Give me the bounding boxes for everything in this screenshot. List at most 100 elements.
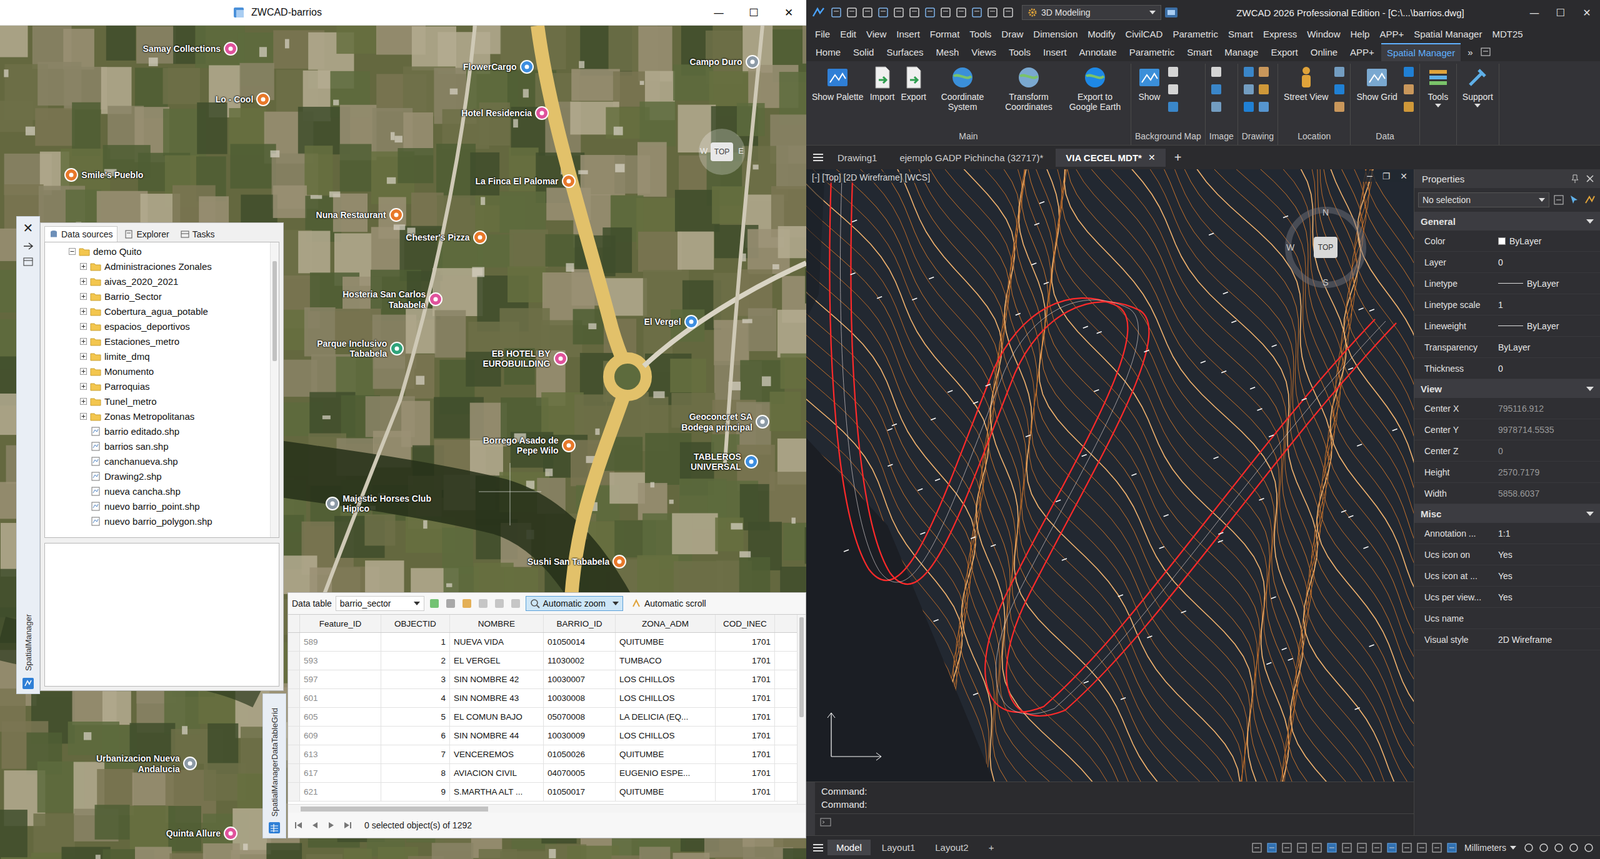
- expand-icon[interactable]: [80, 383, 87, 390]
- small-tool-icon[interactable]: [1401, 100, 1416, 114]
- table-cell[interactable]: 4: [381, 689, 450, 708]
- quick-access-icon[interactable]: [985, 5, 1000, 20]
- tree-item[interactable]: Zonas Metropolitanas: [45, 408, 270, 424]
- table-row[interactable]: 6096SIN NOMBRE 4410030009LOS CHILLOS1701: [288, 726, 797, 746]
- menu-item[interactable]: Help: [1345, 28, 1375, 40]
- poi-pin-icon[interactable]: [325, 496, 340, 512]
- table-cell[interactable]: VENCEREMOS: [450, 745, 544, 764]
- table-cell[interactable]: EL COMUN BAJO: [450, 708, 544, 727]
- poi-pin-icon[interactable]: [553, 351, 569, 367]
- ribbon-tab[interactable]: Spatial Manager: [1381, 43, 1461, 62]
- ribbon-tab[interactable]: Tools: [1003, 43, 1037, 61]
- table-row[interactable]: 5973SIN NOMBRE 4210030007LOS CHILLOS1701: [288, 670, 797, 690]
- table-row[interactable]: 6014SIN NOMBRE 4310030008LOS CHILLOS1701: [288, 689, 797, 709]
- status-toggle-icon[interactable]: [1415, 841, 1429, 855]
- tree-item[interactable]: Monumento: [45, 363, 270, 379]
- tree-item[interactable]: Parroquias: [45, 378, 270, 394]
- table-cell[interactable]: NUEVA VIDA: [450, 633, 544, 652]
- poi-pin-icon[interactable]: [63, 167, 79, 183]
- map-poi[interactable]: TABLEROS UNIVERSAL: [743, 454, 759, 470]
- poi-label[interactable]: Quinta Allure: [166, 828, 221, 839]
- table-cell[interactable]: 1701: [715, 651, 775, 670]
- menu-item[interactable]: Express: [1258, 28, 1302, 40]
- ribbon-button[interactable]: Tools: [1423, 63, 1453, 109]
- table-row[interactable]: 6219S.MARTHA ALT ...01050017QUITUMBE1701: [288, 783, 797, 802]
- status-toggle-icon[interactable]: [1385, 841, 1399, 855]
- table-cell[interactable]: TUMBACO: [615, 651, 716, 670]
- quick-access-icon[interactable]: [860, 5, 875, 20]
- autohide-icon[interactable]: [22, 241, 34, 251]
- map-poi[interactable]: Campo Duro: [745, 54, 760, 70]
- expand-icon[interactable]: [80, 278, 87, 285]
- poi-pin-icon[interactable]: [534, 105, 550, 121]
- poi-label[interactable]: Nuna Restaurant: [316, 210, 387, 220]
- menu-item[interactable]: File: [810, 28, 835, 40]
- poi-label[interactable]: Samay Collections: [143, 43, 222, 54]
- tree-item[interactable]: canchanueva.shp: [45, 453, 270, 469]
- small-tool-icon[interactable]: [1332, 65, 1347, 79]
- tree-item[interactable]: Barrio_Sector: [45, 288, 270, 304]
- table-cell[interactable]: 11030002: [543, 651, 616, 670]
- menu-item[interactable]: APP+: [1374, 28, 1409, 40]
- table-cell[interactable]: 617: [300, 764, 382, 783]
- document-tab[interactable]: Drawing1: [827, 148, 887, 167]
- expand-icon[interactable]: [80, 413, 87, 420]
- poi-label[interactable]: El Vergel: [643, 316, 681, 327]
- poi-pin-icon[interactable]: [472, 230, 488, 245]
- poi-pin-icon[interactable]: [223, 41, 239, 57]
- status-toggle-icon[interactable]: [1295, 841, 1309, 855]
- viewport-control[interactable]: ✕: [1396, 170, 1412, 182]
- side-label[interactable]: SpatialManager: [23, 614, 34, 672]
- column-header[interactable]: ZONA_ADM: [615, 615, 716, 633]
- status-toggle-icon[interactable]: [1265, 841, 1279, 855]
- property-row[interactable]: Transparency ByLayer: [1414, 336, 1600, 359]
- map-poi[interactable]: El Vergel: [683, 314, 699, 330]
- small-tool-icon[interactable]: [1241, 82, 1256, 97]
- quick-access-icon[interactable]: [938, 5, 953, 20]
- property-row[interactable]: Height 2570.7179: [1414, 461, 1600, 484]
- quick-access-icon[interactable]: [876, 5, 890, 20]
- small-tool-icon[interactable]: [1241, 65, 1256, 79]
- table-cell[interactable]: 597: [300, 670, 382, 689]
- ribbon-tab[interactable]: Solid: [847, 43, 880, 61]
- poi-label[interactable]: Hotel Residencia: [461, 108, 532, 119]
- menu-item[interactable]: Dimension: [1028, 28, 1083, 40]
- table-cell[interactable]: 593: [300, 651, 382, 670]
- poi-label[interactable]: Lo - Cool: [215, 94, 254, 105]
- window-control[interactable]: ✕: [1573, 0, 1600, 25]
- small-tool-icon[interactable]: [1209, 82, 1224, 97]
- ribbon-tab[interactable]: APP+: [1344, 43, 1380, 61]
- small-tool-icon[interactable]: [1256, 100, 1271, 114]
- ribbon-button[interactable]: Show Palette: [810, 63, 866, 104]
- table-cell[interactable]: 1701: [715, 689, 775, 708]
- layout-tab[interactable]: Model: [827, 840, 871, 856]
- table-cell[interactable]: 01050017: [543, 783, 616, 802]
- ribbon-tab[interactable]: Parametric: [1123, 43, 1181, 61]
- poi-label[interactable]: La Finca El Palomar: [475, 176, 559, 187]
- map-poi[interactable]: Majestic Horses Club Hipico: [325, 496, 340, 512]
- poi-pin-icon[interactable]: [182, 756, 198, 772]
- small-tool-icon[interactable]: [1241, 100, 1256, 114]
- table-cell[interactable]: 1701: [715, 783, 775, 802]
- menu-item[interactable]: Tools: [964, 28, 997, 40]
- tree-item[interactable]: barrio editado.shp: [45, 423, 270, 439]
- property-row[interactable]: Thickness 0: [1414, 358, 1600, 380]
- ribbon-button[interactable]: Coordinate System: [930, 63, 995, 114]
- toolbar-icon[interactable]: [509, 597, 522, 610]
- new-tab-button[interactable]: +: [1168, 150, 1189, 165]
- ribbon-tab[interactable]: Annotate: [1073, 43, 1123, 61]
- property-row[interactable]: Ucs icon on Yes: [1414, 544, 1600, 566]
- status-toggle-icon[interactable]: [1340, 841, 1354, 855]
- quick-access-icon[interactable]: [1001, 5, 1015, 20]
- small-tool-icon[interactable]: [1332, 100, 1347, 114]
- expand-icon[interactable]: [80, 308, 87, 315]
- data-table-icon[interactable]: [268, 821, 281, 835]
- quick-access-icon[interactable]: [829, 5, 844, 20]
- nav-icon[interactable]: [341, 820, 354, 832]
- ribbon-tab[interactable]: Mesh: [930, 43, 965, 61]
- document-tab[interactable]: ejemplo GADP Pichincha (32717)*: [889, 148, 1054, 167]
- property-section[interactable]: View: [1414, 379, 1600, 399]
- ribbon-tab[interactable]: Views: [965, 43, 1002, 61]
- menu-icon[interactable]: [811, 151, 825, 164]
- nav-icon[interactable]: [309, 820, 321, 832]
